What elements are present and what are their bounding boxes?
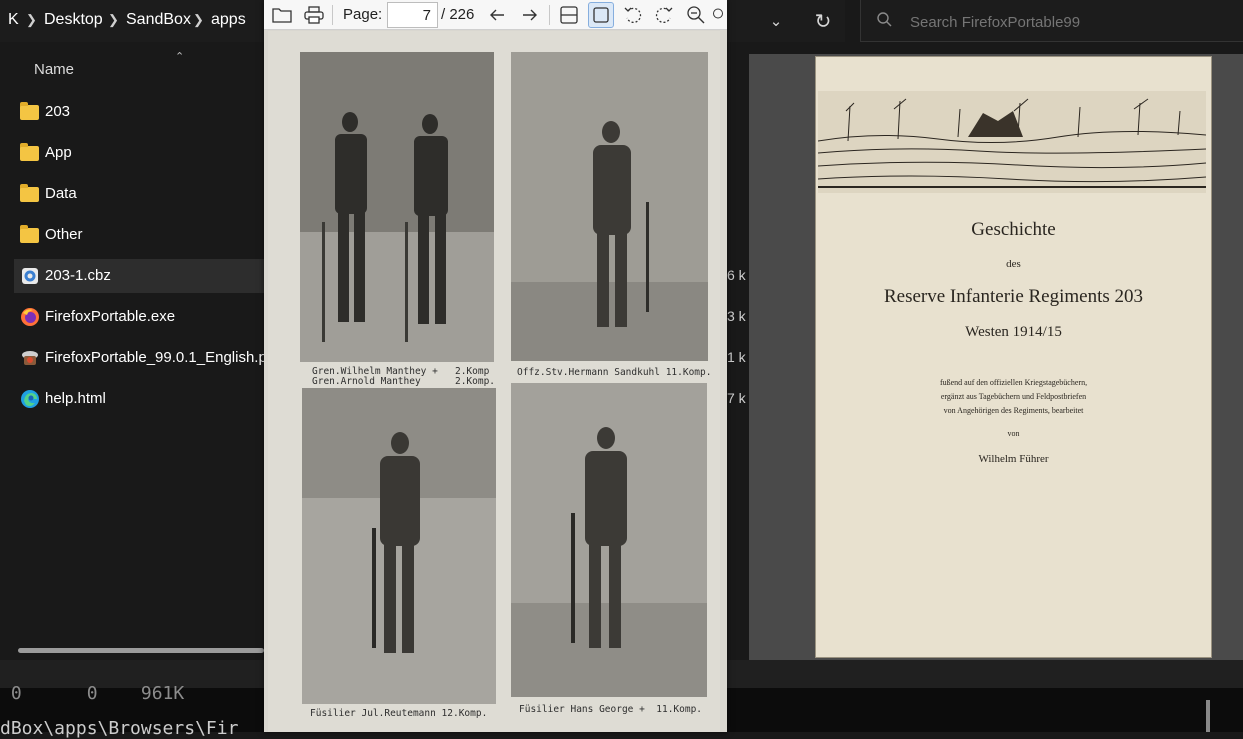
cover-author: Wilhelm Führer [978, 453, 1049, 465]
cover-des: des [1006, 258, 1021, 270]
rotate-left-icon [624, 7, 642, 23]
fit-width-icon [560, 6, 578, 24]
folder-icon [20, 102, 39, 120]
breadcrumb-sandbox[interactable]: SandBox [126, 11, 191, 29]
folder-icon [20, 184, 39, 202]
archive-file-icon [22, 268, 38, 284]
file-name: help.html [45, 390, 106, 407]
list-item[interactable]: App [14, 136, 264, 170]
list-item[interactable]: FirefoxPortable.exe [14, 300, 264, 334]
terminal-output-line: dBox\apps\Browsers\Fir [0, 718, 239, 739]
photo-officer-sandkuhl [511, 52, 708, 361]
file-size: 6 k [727, 267, 746, 283]
breadcrumb-chevron-icon: ❯ [108, 12, 119, 27]
rotate-left-button[interactable] [620, 2, 646, 28]
arrow-right-icon [523, 9, 537, 21]
fit-width-button[interactable] [556, 2, 582, 28]
list-item[interactable]: help.html [14, 382, 264, 416]
zoom-out-button[interactable] [683, 2, 709, 28]
viewer-toolbar-right [264, 0, 727, 30]
photo-two-grenadiers [300, 52, 494, 362]
folder-icon [20, 143, 39, 161]
fit-page-button[interactable] [588, 2, 614, 28]
search-input[interactable] [910, 11, 1230, 33]
firefox-icon [21, 308, 39, 326]
breadcrumb-desktop[interactable]: Desktop [44, 11, 103, 29]
edge-icon [21, 390, 39, 408]
cover-subtitle-line: ergänzt aus Tagebüchern und Feldpostbrie… [940, 392, 1087, 401]
file-name: 203 [45, 103, 71, 120]
installer-icon [22, 351, 38, 365]
file-name: FirefoxPortable.exe [45, 308, 176, 325]
photo-caption: Gren.Arnold Manthey 2.Komp. [312, 376, 496, 387]
file-name: App [45, 144, 72, 161]
file-name: FirefoxPortable_99.0.1_English.paf [45, 349, 280, 366]
zoom-in-button[interactable] [712, 2, 727, 28]
file-size: 3 k [727, 308, 746, 324]
horizontal-scrollbar[interactable] [18, 648, 264, 653]
folder-icon [20, 225, 39, 243]
previous-page-button[interactable] [484, 2, 510, 28]
cover-von: von [1007, 429, 1020, 438]
document-page: Gren.Wilhelm Manthey + 2.Komp Gren.Arnol… [268, 31, 720, 732]
file-size: 1 k [727, 349, 746, 365]
cover-title: Geschichte [971, 219, 1056, 240]
toolbar-separator [549, 5, 550, 25]
photo-caption: Füsilier Jul.Reutemann 12.Komp. [310, 708, 488, 719]
breadcrumb-chevron-icon: ❯ [26, 12, 37, 27]
terminal-scrollbar[interactable] [1206, 700, 1210, 732]
next-page-button[interactable] [517, 2, 543, 28]
sort-ascending-icon: ⌃ [175, 51, 185, 63]
list-item[interactable]: 203 [14, 95, 264, 129]
photo-caption: Füsilier Hans George + 11.Komp. [519, 704, 703, 715]
landscape-engraving [818, 91, 1206, 193]
cover-regiment: Reserve Infanterie Regiments 203 [883, 286, 1144, 307]
zoom-out-icon [687, 6, 705, 24]
photo-caption: Offz.Stv.Hermann Sandkuhl 11.Komp. [517, 367, 712, 378]
file-size: 7 k [727, 390, 746, 406]
cover-subtitle-line: von Angehörigen des Regiments, bearbeite… [943, 406, 1084, 415]
book-cover-preview: Geschichte des Reserve Infanterie Regime… [816, 57, 1211, 657]
column-header-name[interactable]: Name [34, 61, 74, 78]
breadcrumb-drive[interactable]: K [8, 11, 19, 29]
breadcrumb-chevron-icon: ❯ [193, 12, 204, 27]
fit-page-icon [593, 7, 609, 23]
refresh-icon[interactable]: ↻ [809, 9, 837, 35]
breadcrumb-apps[interactable]: apps [211, 11, 246, 29]
zoom-in-icon [713, 8, 723, 19]
cover-period: Westen 1914/15 [965, 324, 1062, 340]
cover-subtitle-line: fußend auf den offiziellen Kriegstagebüc… [939, 378, 1088, 387]
photo-fusilier-reutemann [302, 388, 496, 704]
search-icon [877, 12, 892, 27]
list-item[interactable]: FirefoxPortable_99.0.1_English.paf [14, 341, 279, 375]
list-item[interactable]: Other [14, 218, 264, 252]
file-name: Other [45, 226, 83, 243]
file-name: Data [45, 185, 77, 202]
photo-fusilier-george [511, 383, 707, 697]
list-item-selected[interactable]: 203-1.cbz [14, 259, 264, 293]
list-item[interactable]: Data [14, 177, 264, 211]
arrow-left-icon [490, 9, 504, 21]
rotate-right-button[interactable] [651, 2, 677, 28]
address-history-chevron-down-icon[interactable]: ⌄ [763, 9, 789, 35]
terminal-output-line: 0 0 961K [0, 683, 185, 704]
rotate-right-icon [655, 7, 673, 23]
file-name: 203-1.cbz [45, 267, 111, 284]
